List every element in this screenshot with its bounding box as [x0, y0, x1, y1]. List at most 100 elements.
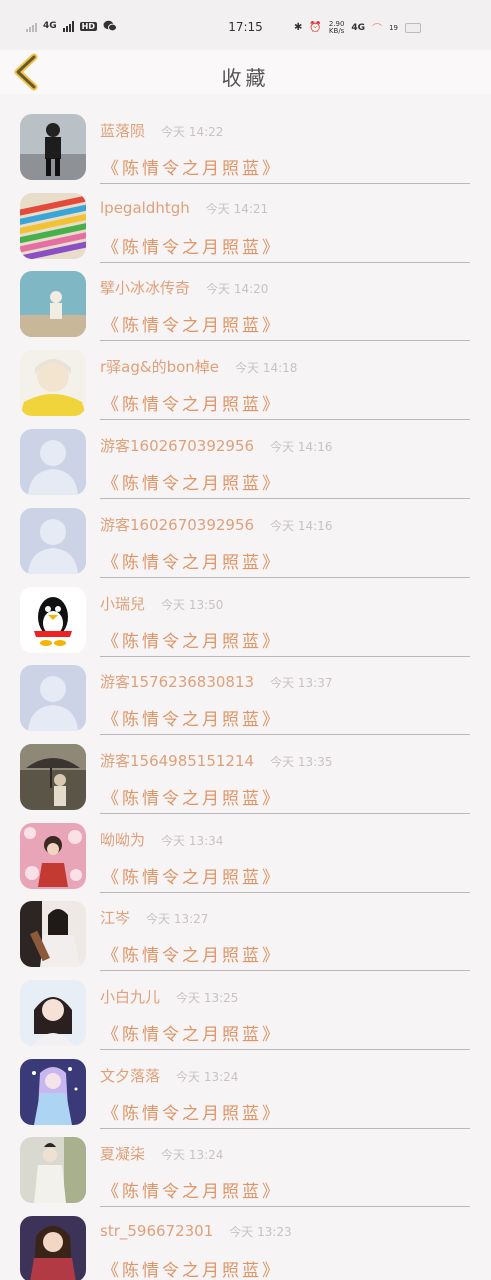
user-avatar[interactable]: [20, 114, 86, 180]
list-item[interactable]: 游客1602670392956 今天 14:16 《陈情令之月照蓝》: [0, 508, 491, 586]
list-item[interactable]: 游客1602670392956 今天 14:16 《陈情令之月照蓝》: [0, 429, 491, 507]
list-item[interactable]: 文夕落落 今天 13:24 《陈情令之月照蓝》: [0, 1059, 491, 1137]
user-name: 小白九儿: [100, 988, 161, 1006]
book-title-link[interactable]: 《陈情令之月照蓝》: [102, 941, 282, 966]
list-item[interactable]: 小白九儿 今天 13:25 《陈情令之月照蓝》: [0, 980, 491, 1058]
page-title: 收藏: [221, 66, 270, 90]
list-item[interactable]: 游客1576236830813 今天 13:37 《陈情令之月照蓝》: [0, 665, 491, 743]
row-divider: [100, 577, 470, 578]
row-divider: [100, 262, 470, 263]
user-avatar[interactable]: [20, 271, 86, 337]
user-avatar[interactable]: [20, 1059, 86, 1125]
row-divider: [100, 656, 470, 657]
book-title-link[interactable]: 《陈情令之月照蓝》: [102, 233, 282, 258]
book-title-link[interactable]: 《陈情令之月照蓝》: [102, 1177, 282, 1202]
user-name: r驿ag&的bon棹e: [100, 358, 220, 376]
user-avatar[interactable]: [20, 350, 86, 416]
timestamp: 今天 14:21: [205, 202, 269, 216]
row-divider: [100, 340, 470, 341]
row-divider: [100, 734, 470, 735]
status-right: ✱ ⏰ 2.90 KB/s 4G ⌒ 19: [294, 20, 421, 35]
book-title-link[interactable]: 《陈情令之月照蓝》: [102, 548, 282, 573]
list-item[interactable]: 小瑞兒 今天 13:50 《陈情令之月照蓝》: [0, 587, 491, 665]
user-info: 夏凝柒 今天 13:24: [100, 1143, 223, 1164]
user-avatar[interactable]: [20, 980, 86, 1046]
timestamp: 今天 13:24: [161, 1148, 224, 1162]
penguin-avatar-icon[interactable]: [20, 587, 86, 653]
battery-icon: [405, 22, 421, 33]
book-title-link[interactable]: 《陈情令之月照蓝》: [102, 1020, 282, 1045]
user-name: 游客1564985151214: [100, 752, 255, 770]
user-info: 呦呦为 今天 13:34: [100, 829, 223, 850]
user-avatar[interactable]: [20, 193, 86, 259]
user-name: 小瑞兒: [100, 595, 146, 613]
timestamp: 今天 14:18: [235, 361, 298, 375]
user-name: 游客1602670392956: [100, 437, 255, 455]
book-title-link[interactable]: 《陈情令之月照蓝》: [102, 390, 282, 415]
book-title-link[interactable]: 《陈情令之月照蓝》: [102, 154, 282, 179]
row-divider: [100, 813, 470, 814]
user-info: lpegaldhtgh 今天 14:21: [100, 199, 268, 217]
user-name: lpegaldhtgh: [100, 199, 190, 217]
user-avatar[interactable]: [20, 823, 86, 889]
user-info: 擘小冰冰传奇 今天 14:20: [100, 277, 268, 298]
user-avatar[interactable]: [20, 1216, 86, 1280]
user-name: 游客1576236830813: [100, 673, 255, 691]
book-title-link[interactable]: 《陈情令之月照蓝》: [102, 1256, 282, 1280]
list-item[interactable]: 呦呦为 今天 13:34 《陈情令之月照蓝》: [0, 823, 491, 901]
timestamp: 今天 13:23: [229, 1225, 292, 1239]
row-divider: [100, 1206, 470, 1207]
user-info: 游客1602670392956 今天 14:16: [100, 514, 332, 535]
book-title-link[interactable]: 《陈情令之月照蓝》: [102, 863, 282, 888]
row-divider: [100, 892, 470, 893]
book-title-link[interactable]: 《陈情令之月照蓝》: [102, 705, 282, 730]
list-item[interactable]: 游客1564985151214 今天 13:35 《陈情令之月照蓝》: [0, 744, 491, 822]
book-title-link[interactable]: 《陈情令之月照蓝》: [102, 627, 282, 652]
user-info: r驿ag&的bon棹e 今天 14:18: [100, 356, 297, 377]
rate-unit: KB/s: [328, 26, 345, 35]
user-info: 游客1576236830813 今天 13:37: [100, 671, 332, 692]
network-rate: 2.90 KB/s: [328, 20, 345, 35]
list-item[interactable]: 擘小冰冰传奇 今天 14:20 《陈情令之月照蓝》: [0, 271, 491, 349]
user-info: 文夕落落 今天 13:24: [100, 1065, 238, 1086]
user-info: 江岑 今天 13:27: [100, 907, 208, 928]
alarm-icon: ⏰: [309, 22, 322, 33]
user-avatar[interactable]: [20, 901, 86, 967]
user-avatar[interactable]: [20, 1137, 86, 1203]
list-item[interactable]: str_596672301 今天 13:23 《陈情令之月照蓝》: [0, 1216, 491, 1280]
default-avatar-icon[interactable]: [20, 429, 86, 495]
book-title-link[interactable]: 《陈情令之月照蓝》: [102, 311, 282, 336]
row-divider: [100, 183, 470, 184]
network-type-2: 4G: [351, 22, 366, 33]
user-info: 小白九儿 今天 13:25: [100, 986, 238, 1007]
list-item[interactable]: 夏凝柒 今天 13:24 《陈情令之月照蓝》: [0, 1137, 491, 1215]
default-avatar-icon[interactable]: [20, 665, 86, 731]
user-name: 文夕落落: [100, 1067, 161, 1085]
user-name: 擘小冰冰传奇: [100, 279, 191, 297]
user-name: 江岑: [100, 909, 131, 927]
list-item[interactable]: lpegaldhtgh 今天 14:21 《陈情令之月照蓝》: [0, 193, 491, 271]
list-item[interactable]: 江岑 今天 13:27 《陈情令之月照蓝》: [0, 901, 491, 979]
user-info: 蓝落陨 今天 14:22: [100, 120, 223, 141]
timestamp: 今天 13:27: [146, 912, 209, 926]
rainbow-icon: ⌒: [372, 24, 383, 35]
user-info: 游客1602670392956 今天 14:16: [100, 435, 332, 456]
default-avatar-icon[interactable]: [20, 508, 86, 574]
user-name: 蓝落陨: [100, 122, 146, 140]
book-title-link[interactable]: 《陈情令之月照蓝》: [102, 1099, 282, 1124]
list-item[interactable]: 蓝落陨 今天 14:22 《陈情令之月照蓝》: [0, 114, 491, 192]
row-divider: [100, 498, 470, 499]
status-bar: 4G HD 17:15 ✱ ⏰ 2.90 KB/s 4G ⌒ 19: [0, 0, 491, 52]
user-avatar[interactable]: [20, 744, 86, 810]
row-divider: [100, 1128, 470, 1129]
list-item[interactable]: r驿ag&的bon棹e 今天 14:18 《陈情令之月照蓝》: [0, 350, 491, 428]
favorites-list: 蓝落陨 今天 14:22 《陈情令之月照蓝》 lpegaldhtgh 今天 14:2…: [0, 94, 491, 1280]
timestamp: 今天 13:34: [161, 834, 224, 848]
timestamp: 今天 13:25: [176, 991, 239, 1005]
timestamp: 今天 13:50: [161, 598, 224, 612]
row-divider: [100, 1049, 470, 1050]
book-title-link[interactable]: 《陈情令之月照蓝》: [102, 784, 282, 809]
timestamp: 今天 13:24: [176, 1070, 239, 1084]
book-title-link[interactable]: 《陈情令之月照蓝》: [102, 469, 282, 494]
timestamp: 今天 14:16: [270, 440, 333, 454]
